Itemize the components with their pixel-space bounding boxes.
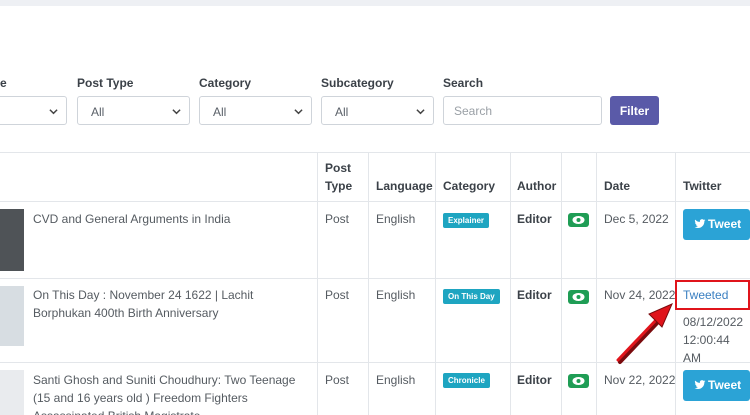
highlight-box [675, 280, 750, 310]
post-type-cell: Post [325, 212, 350, 226]
view-button[interactable] [568, 290, 589, 304]
chevron-down-icon [294, 109, 303, 115]
view-button[interactable] [568, 374, 589, 388]
post-type-cell: Post [325, 373, 350, 387]
chevron-down-icon [416, 109, 425, 115]
subcategory-value: All [335, 105, 349, 119]
header-category[interactable]: Category [443, 177, 495, 195]
language-filter-label: e [0, 76, 7, 90]
tweet-button[interactable]: Tweet [683, 370, 750, 401]
post-type-select[interactable]: All [77, 96, 190, 125]
author-cell: Editor [517, 288, 552, 302]
language-cell: English [376, 212, 416, 226]
post-type-cell: Post [325, 288, 350, 302]
col-divider [510, 152, 511, 415]
language-cell: English [376, 288, 416, 302]
header-date[interactable]: Date [604, 177, 630, 195]
chevron-down-icon [49, 109, 58, 115]
tweet-button-label: Tweet [708, 378, 742, 392]
eye-icon [572, 293, 585, 301]
chevron-down-icon [172, 109, 181, 115]
eye-icon [572, 216, 585, 224]
post-thumbnail[interactable] [0, 286, 24, 346]
col-divider [368, 152, 369, 415]
twitter-bird-icon [694, 219, 706, 229]
table-top-border [0, 152, 750, 153]
header-twitter[interactable]: Twitter [683, 177, 721, 195]
author-cell: Editor [517, 212, 552, 226]
search-label: Search [443, 76, 484, 90]
eye-icon [572, 377, 585, 385]
category-label: Category [199, 76, 252, 90]
language-cell: English [376, 373, 416, 387]
post-thumbnail[interactable] [0, 209, 24, 271]
date-cell: Nov 24, 2022 [604, 288, 676, 302]
post-thumbnail[interactable] [0, 370, 24, 415]
category-value: All [213, 105, 227, 119]
twitter-bird-icon [694, 380, 706, 390]
header-author[interactable]: Author [517, 177, 556, 195]
subcategory-select[interactable]: All [321, 96, 434, 125]
header-post-type[interactable]: Post Type [325, 159, 365, 195]
red-arrow-annotation [616, 303, 673, 364]
post-type-label: Post Type [77, 76, 134, 90]
search-input[interactable] [443, 96, 602, 125]
author-cell: Editor [517, 373, 552, 387]
filter-button[interactable]: Filter [610, 96, 659, 125]
subcategory-label: Subcategory [321, 76, 394, 90]
tweet-button[interactable]: Tweet [683, 209, 750, 240]
tweet-date: 08/12/2022 [683, 315, 744, 329]
col-divider [435, 152, 436, 415]
post-title[interactable]: On This Day : November 24 1622 | Lachit … [33, 286, 305, 322]
col-divider [317, 152, 318, 415]
view-button[interactable] [568, 213, 589, 227]
row-divider [0, 278, 750, 279]
date-cell: Dec 5, 2022 [604, 212, 669, 226]
date-cell: Nov 22, 2022 [604, 373, 676, 387]
col-divider [561, 152, 562, 415]
category-badge: Chronicle [443, 373, 490, 388]
top-bar [0, 0, 750, 6]
col-divider [596, 152, 597, 415]
tweet-button-label: Tweet [708, 217, 742, 231]
category-badge: On This Day [443, 289, 500, 304]
header-language[interactable]: Language [376, 177, 433, 195]
language-select[interactable] [0, 96, 67, 125]
category-select[interactable]: All [199, 96, 312, 125]
row-divider [0, 362, 750, 363]
post-title[interactable]: Santi Ghosh and Suniti Choudhury: Two Te… [33, 371, 305, 415]
category-badge: Explainer [443, 213, 490, 228]
post-title[interactable]: CVD and General Arguments in India [33, 210, 305, 228]
header-bottom-border [0, 201, 750, 202]
tweet-time: 12:00:44 AM [683, 333, 730, 365]
post-type-value: All [91, 105, 105, 119]
